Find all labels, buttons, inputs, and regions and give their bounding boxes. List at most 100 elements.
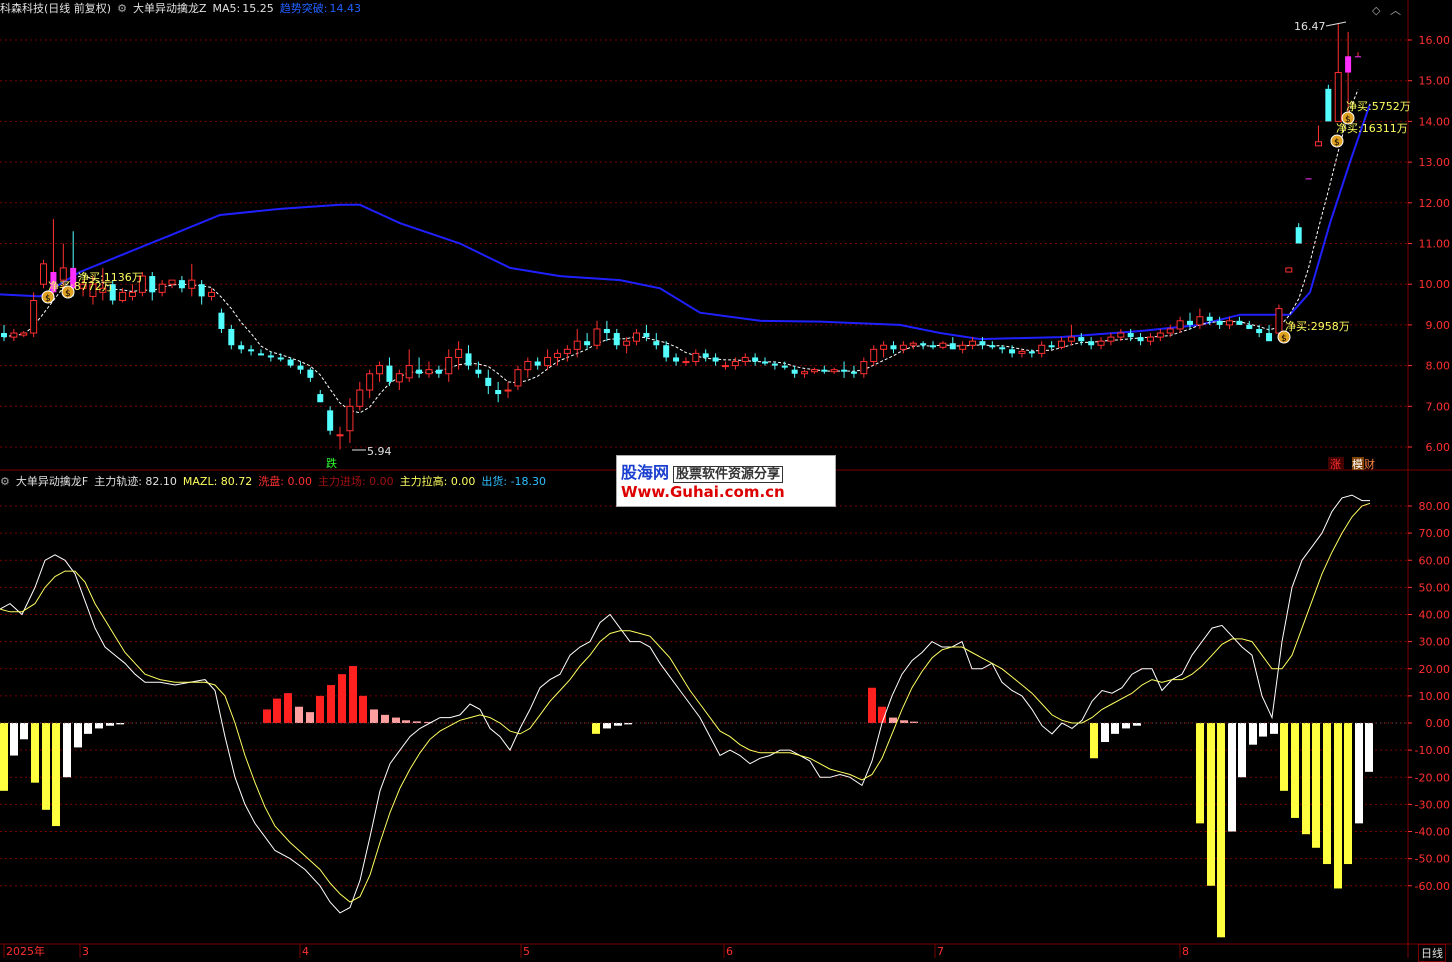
candle-body [1334,72,1342,122]
candle-body [218,312,225,329]
candle-body [1325,88,1332,122]
candle-body [969,340,977,346]
sub-tick-13: -50.00 [1415,853,1450,866]
sub-value-1: MAZL: 80.72 [182,475,253,488]
candle-body [1097,340,1105,346]
candle-body [455,348,463,358]
indicator-bar-50 [1280,723,1288,791]
indicator-bar-46 [1238,723,1246,778]
candle-body [465,353,472,366]
main-panel-grid [0,39,1408,448]
indicator-bar-3 [31,723,39,783]
indicator-bar-51 [1291,723,1299,818]
month-label-6: 8 [1182,945,1189,958]
indicator-bars[interactable] [0,666,1408,938]
money-bag-symbol: $ [65,289,71,299]
buy-label-1: 净买:8772万 [48,279,113,293]
indicator-bar-7 [74,723,82,748]
diamond-icon[interactable]: ◇ [1372,4,1380,17]
candle-body [682,361,690,364]
mo-label: 模 [1352,458,1363,471]
money-bag-symbol: $ [1334,138,1340,148]
candle-body [850,371,857,374]
watermark-url: Www.Guhai.com.cn [621,483,785,501]
candle-body [1,333,7,338]
candle-body [1196,316,1204,326]
candle-body [593,328,601,346]
price-tick-5: 11.00 [1419,238,1451,251]
gear-icon[interactable]: ⚙ [117,0,127,18]
zhang-label: 涨 [1330,458,1341,471]
candle-body [584,341,591,346]
indicator-bar-9 [95,723,103,729]
indicator-bar-45 [1228,723,1236,832]
indicator-bar-19 [338,674,346,723]
candle-body [880,344,888,350]
price-tick-10: 6.00 [1426,441,1451,454]
x-axis-corner[interactable]: 日线 [1418,944,1446,962]
cai-label: 财 [1364,457,1375,471]
candle-body [781,365,788,368]
sub-tick-11: -30.00 [1415,798,1450,811]
indicator-bar-32 [868,687,876,723]
candle-body [979,341,986,346]
indicator-bar-4 [42,723,50,810]
price-tick-1: 15.00 [1419,75,1451,88]
sub-value-5: 出货: -18.30 [481,475,547,488]
indicator-bar-44 [1217,723,1225,938]
candle-body [297,365,304,370]
candle-body [1226,320,1234,326]
sub-tick-7: 10.00 [1419,690,1451,703]
candle-body [573,340,581,350]
sub-header: ⚙ 大单异动擒龙F 主力轨迹: 82.10 MAZL: 80.72 洗盘: 0.00… [0,473,552,491]
candle-body [909,342,917,346]
month-label-0: 2025年 [6,944,45,958]
sub-tick-5: 30.00 [1419,636,1451,649]
indicator-bar-56 [1344,723,1352,865]
candle-body [890,345,897,350]
candle-body [1166,328,1174,334]
sub-tick-10: -20.00 [1415,771,1450,784]
panel-controls: ◇ ︿ [1372,2,1401,18]
price-tick-3: 13.00 [1419,156,1451,169]
blue-trend-line [0,103,1371,341]
candle-body [198,284,205,297]
indicator-bar-48 [1259,723,1267,737]
main-indicator-name[interactable]: 大单异动擒龙Z [133,0,207,18]
candle-body [405,365,413,379]
price-tick-2: 14.00 [1419,115,1451,128]
indicator-bar-15 [295,706,303,723]
candle-body [435,369,442,374]
stock-title[interactable]: 科森科技(日线 前复权) [0,0,111,18]
candle-body [20,332,28,336]
candle-body [810,369,818,373]
sub-indicator-name[interactable]: 大单异动擒龙F [16,473,88,491]
sub-tick-0: 80.00 [1419,500,1451,513]
candle-body [1186,320,1193,325]
indicator-bar-14 [284,693,292,723]
candle-body [524,361,532,371]
sub-panel-grid [0,505,1408,887]
sub-indicator-values: 主力轨迹: 82.10 MAZL: 80.72 洗盘: 0.00 主力进场: 0.00… [94,473,552,491]
candle-body [188,279,196,289]
candle-body [1345,56,1352,73]
candle-body [30,299,38,334]
candle-body [989,345,996,348]
candle-body [228,328,235,346]
candle-body [366,373,374,391]
chevron-down-icon[interactable]: ⚙ [0,473,10,491]
indicator-bar-17 [316,695,324,723]
candle-body [40,263,48,285]
ma5-value: 15.25 [242,2,274,15]
candle-body [445,356,453,375]
indicator-bar-43 [1207,723,1215,886]
candle-body [10,332,18,338]
indicator-bar-28 [592,723,600,734]
chevron-up-icon[interactable]: ︿ [1390,4,1401,17]
candle-body [416,369,423,374]
candlesticks[interactable] [1,23,1361,450]
indicator-bar-54 [1323,723,1331,865]
candle-body [791,369,798,374]
candle-body [653,341,660,346]
candle-body [376,365,384,375]
